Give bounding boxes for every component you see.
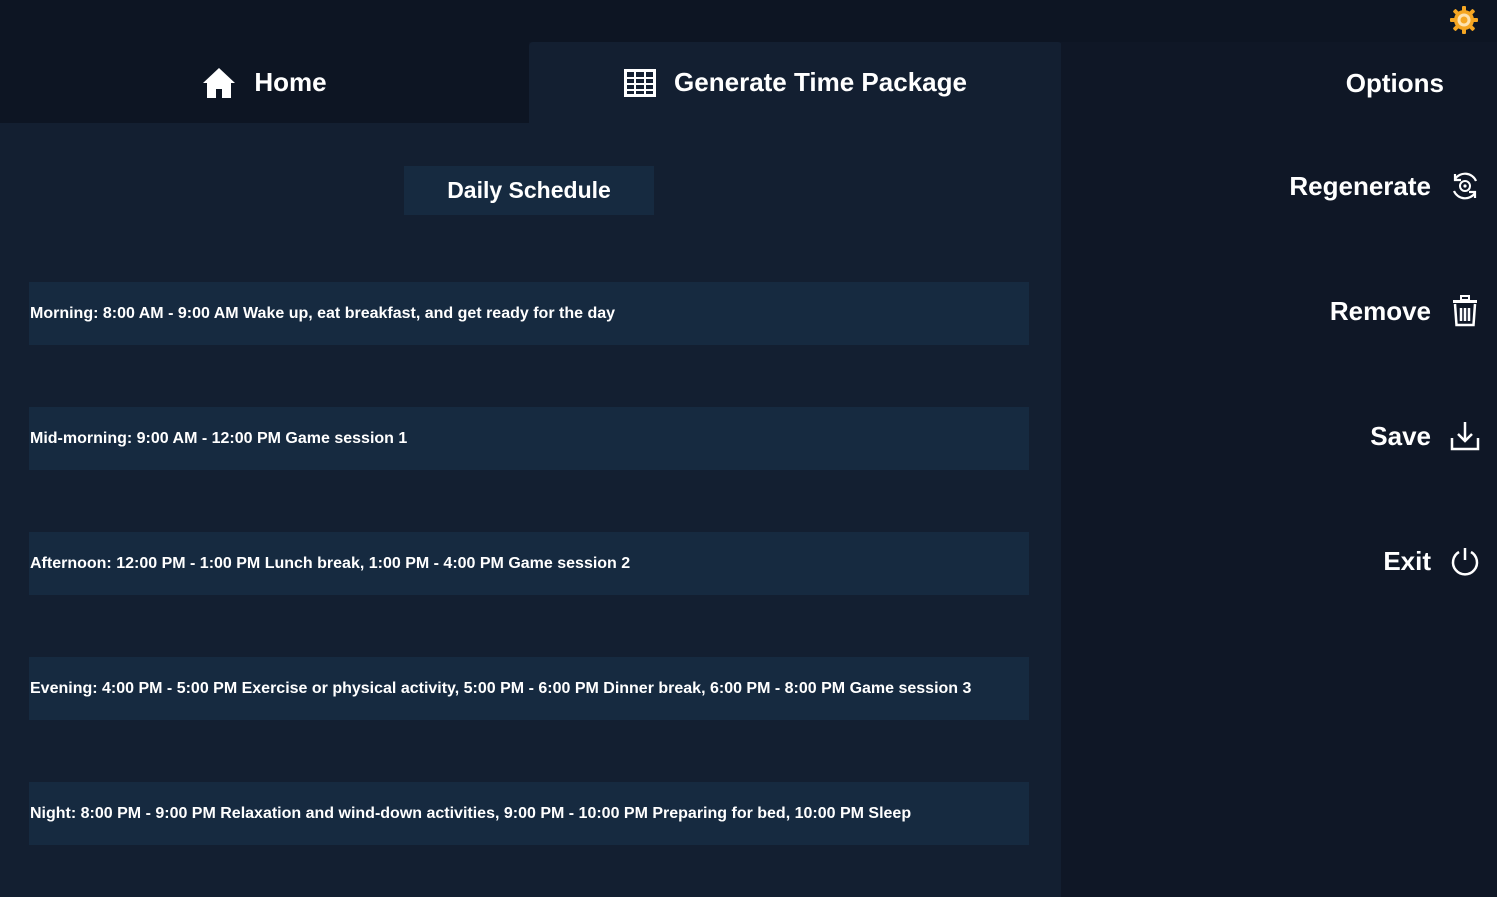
home-icon	[202, 67, 236, 99]
schedule-title: Daily Schedule	[404, 166, 654, 215]
regenerate-button[interactable]: Regenerate	[1289, 166, 1481, 206]
exit-label: Exit	[1383, 545, 1431, 576]
app-window: Home Generate Time Package Daily Schedul…	[0, 0, 1497, 897]
exit-button[interactable]: Exit	[1383, 541, 1481, 581]
table-grid-icon	[624, 68, 657, 97]
schedule-row-night: Night: 8:00 PM - 9:00 PM Relaxation and …	[29, 782, 1029, 845]
schedule-row-afternoon: Afternoon: 12:00 PM - 1:00 PM Lunch brea…	[29, 532, 1029, 595]
regenerate-label: Regenerate	[1289, 170, 1431, 201]
tab-home-label: Home	[254, 67, 327, 97]
power-icon	[1449, 545, 1481, 577]
remove-button[interactable]: Remove	[1330, 291, 1481, 331]
tab-generate-time-package[interactable]: Generate Time Package	[529, 42, 1062, 123]
download-icon	[1449, 420, 1481, 452]
refresh-icon	[1449, 170, 1481, 202]
save-button[interactable]: Save	[1370, 416, 1481, 456]
top-bar	[0, 0, 1497, 42]
trash-icon	[1449, 295, 1481, 327]
tab-home[interactable]: Home	[0, 42, 529, 123]
save-label: Save	[1370, 420, 1431, 451]
schedule-row-mid-morning: Mid-morning: 9:00 AM - 12:00 PM Game ses…	[29, 407, 1029, 470]
tab-generate-label: Generate Time Package	[674, 67, 967, 97]
settings-button[interactable]	[1448, 4, 1480, 36]
schedule-row-morning: Morning: 8:00 AM - 9:00 AM Wake up, eat …	[29, 282, 1029, 345]
schedule-panel: Daily Schedule Morning: 8:00 AM - 9:00 A…	[0, 123, 1061, 897]
gear-icon	[1450, 6, 1478, 34]
remove-label: Remove	[1329, 295, 1431, 326]
schedule-row-evening: Evening: 4:00 PM - 5:00 PM Exercise or p…	[29, 657, 1029, 720]
options-title: Options	[1345, 67, 1444, 98]
